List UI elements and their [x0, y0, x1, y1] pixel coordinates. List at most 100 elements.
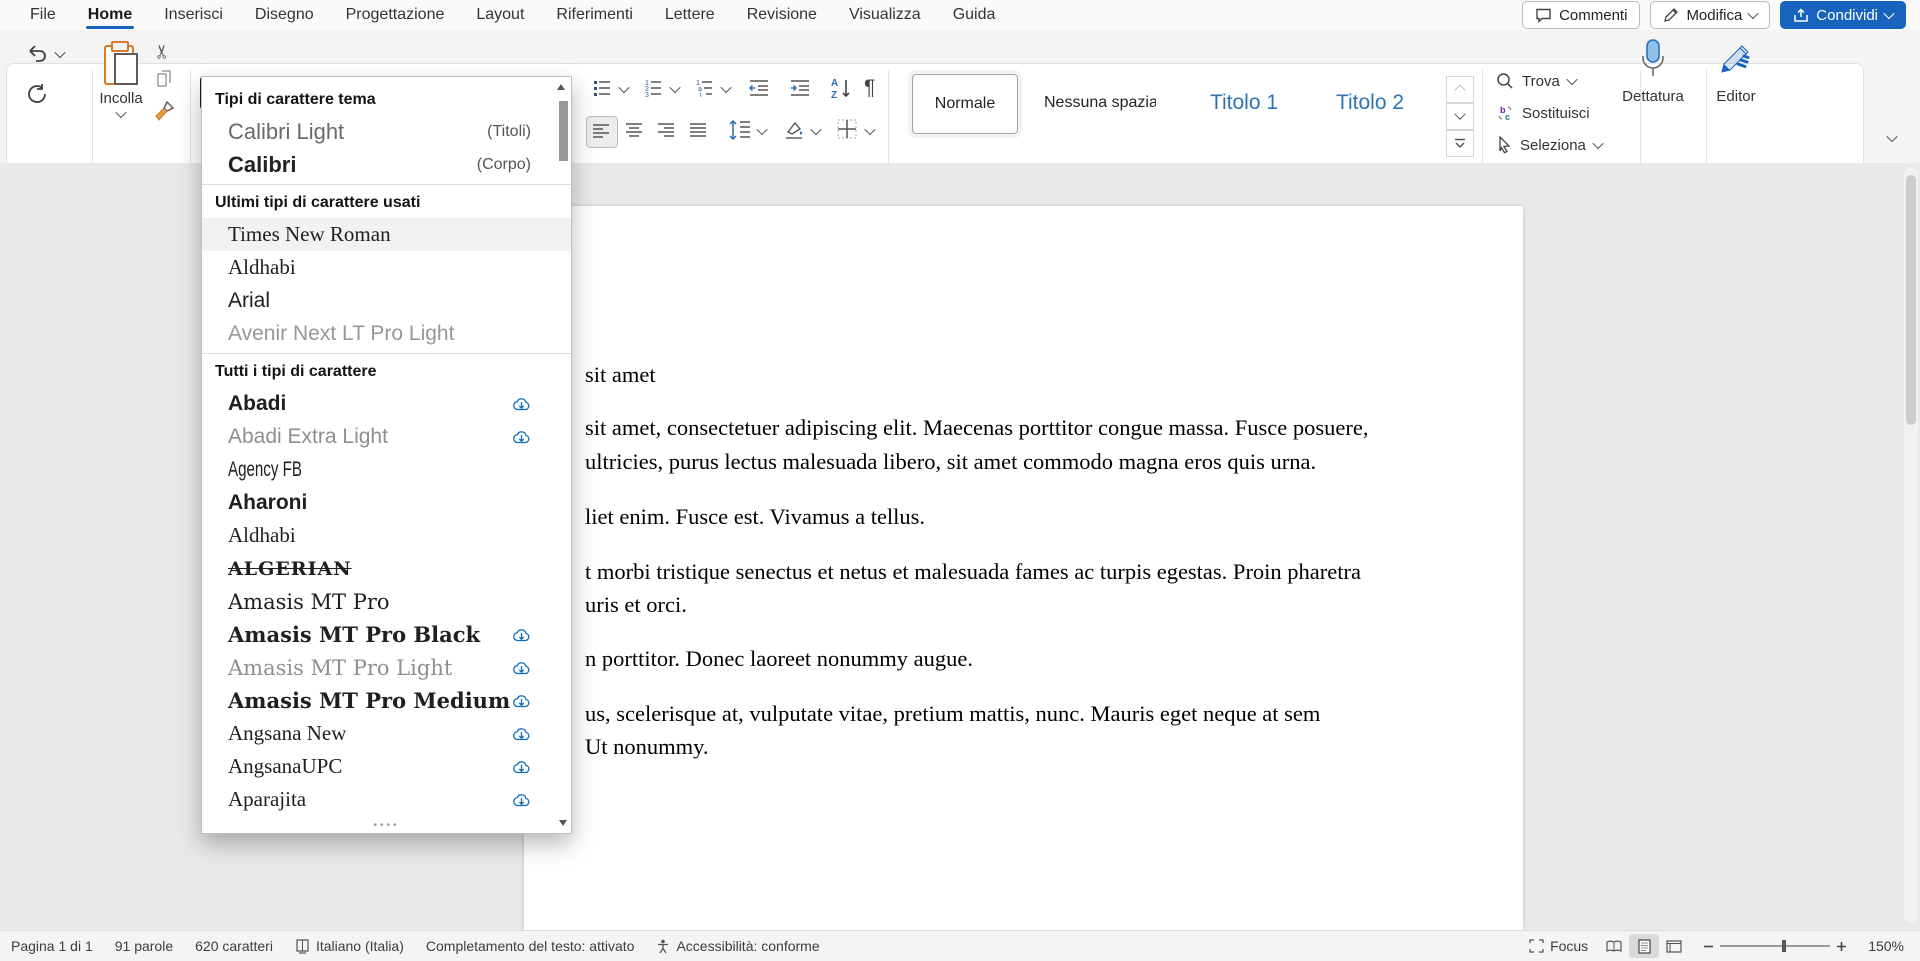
shading-button[interactable] — [782, 118, 806, 142]
increase-indent-button[interactable] — [789, 78, 811, 98]
menu-riferimenti[interactable]: Riferimenti — [540, 0, 648, 30]
doc-line: us, scelerisque at, vulputate vitae, pre… — [585, 701, 1320, 727]
zoom-percentage[interactable]: 150% — [1857, 931, 1920, 961]
status-bar: Pagina 1 di 1 91 parole 620 caratteri It… — [0, 930, 1920, 961]
menu-disegno[interactable]: Disegno — [239, 0, 330, 30]
numbering-button[interactable]: 123 — [643, 78, 663, 98]
font-option[interactable]: Aharoni — [202, 486, 571, 519]
zoom-in-button[interactable] — [1830, 931, 1857, 961]
style-nessuna-spaziatura[interactable]: Nessuna spaziatura — [1044, 74, 1156, 132]
chevron-down-icon — [1883, 8, 1894, 19]
undo-button[interactable] — [26, 43, 50, 65]
font-option[interactable]: Amasis MT Pro Light — [202, 651, 571, 684]
menu-revisione[interactable]: Revisione — [731, 0, 833, 30]
vertical-scrollbar[interactable] — [1904, 167, 1918, 923]
cloud-download-icon[interactable] — [512, 759, 531, 774]
font-option[interactable]: ALGERIAN — [202, 552, 571, 585]
font-option[interactable]: Avenir Next LT Pro Light — [202, 317, 571, 350]
menu-lettere[interactable]: Lettere — [649, 0, 731, 30]
dropdown-scroll-up[interactable] — [556, 83, 568, 91]
collapse-ribbon-chevron[interactable] — [1886, 131, 1897, 142]
proofing-status[interactable]: Italiano (Italia) — [284, 931, 415, 961]
font-option[interactable]: Aldhabi — [202, 251, 571, 284]
cut-button[interactable]: ✂ — [151, 44, 174, 60]
zoom-slider[interactable] — [1720, 939, 1830, 953]
sostituisci-button[interactable]: bc Sostituisci — [1496, 104, 1590, 122]
font-option[interactable]: Abadi Extra Light — [202, 420, 571, 453]
read-mode-button[interactable] — [1599, 934, 1629, 958]
font-option[interactable]: Angsana New — [202, 717, 571, 750]
trova-button[interactable]: Trova — [1496, 72, 1576, 90]
seleziona-button[interactable]: Seleziona — [1496, 136, 1602, 154]
align-left-button[interactable] — [586, 116, 618, 148]
document-page[interactable]: sit amet sit amet, consectetuer adipisci… — [524, 206, 1523, 930]
word-count[interactable]: 91 parole — [104, 931, 184, 961]
styles-gallery-up[interactable] — [1446, 76, 1474, 103]
font-option[interactable]: Aparajita — [202, 783, 571, 816]
font-option[interactable]: Calibri (Corpo) — [202, 148, 571, 181]
menu-home[interactable]: Home — [72, 0, 148, 30]
menu-file[interactable]: File — [14, 0, 72, 30]
accessibility-status[interactable]: Accessibilità: conforme — [645, 931, 830, 961]
bullets-button[interactable] — [592, 78, 612, 98]
copy-button[interactable] — [155, 70, 173, 90]
sort-button[interactable]: AZ — [830, 76, 854, 100]
menu-guida[interactable]: Guida — [937, 0, 1012, 30]
font-option[interactable]: Abadi — [202, 387, 571, 420]
zoom-out-button[interactable] — [1689, 931, 1720, 961]
zoom-slider-thumb[interactable] — [1782, 940, 1786, 952]
condividi-button[interactable]: Condividi — [1780, 1, 1906, 29]
pilcrow-button[interactable]: ¶ — [864, 76, 875, 100]
font-option[interactable]: Arial — [202, 284, 571, 317]
scrollbar-thumb[interactable] — [1906, 175, 1916, 425]
line-spacing-button[interactable] — [728, 118, 752, 142]
menu-visualizza[interactable]: Visualizza — [833, 0, 937, 30]
modifica-button[interactable]: Modifica — [1650, 1, 1770, 29]
redo-button[interactable] — [26, 82, 50, 106]
cloud-download-icon[interactable] — [512, 396, 531, 411]
focus-mode-button[interactable]: Focus — [1518, 931, 1599, 961]
font-option[interactable]: Calibri Light (Titoli) — [202, 115, 571, 148]
font-option[interactable]: Amasis MT Pro Black — [202, 618, 571, 651]
menu-inserisci[interactable]: Inserisci — [148, 0, 239, 30]
cloud-download-icon[interactable] — [512, 693, 531, 708]
cloud-download-icon[interactable] — [512, 627, 531, 642]
dropdown-resize-grip[interactable]: •••• — [202, 820, 571, 831]
font-option[interactable]: Times New Roman — [202, 218, 571, 251]
dropdown-scrollbar-thumb[interactable] — [559, 101, 568, 161]
justify-button[interactable] — [688, 120, 708, 140]
align-right-button[interactable] — [656, 120, 676, 140]
char-count[interactable]: 620 caratteri — [184, 931, 284, 961]
menu-layout[interactable]: Layout — [460, 0, 540, 30]
align-center-button[interactable] — [624, 120, 644, 140]
menu-progettazione[interactable]: Progettazione — [330, 0, 461, 30]
undo-menu-chevron[interactable] — [54, 47, 65, 58]
font-option[interactable]: AngsanaUPC — [202, 750, 571, 783]
font-option[interactable]: Agency FB — [202, 453, 571, 486]
decrease-indent-button[interactable] — [748, 78, 770, 98]
cloud-download-icon[interactable] — [512, 792, 531, 807]
print-layout-button[interactable] — [1629, 934, 1659, 958]
svg-text:3: 3 — [645, 92, 649, 98]
style-normale[interactable]: Normale — [912, 74, 1018, 134]
style-titolo-2[interactable]: Titolo 2 — [1318, 74, 1422, 132]
font-option[interactable]: Aldhabi — [202, 519, 571, 552]
editor-pencil-icon — [1716, 40, 1754, 78]
multilevel-list-button[interactable]: 1ai — [694, 78, 714, 98]
page-count[interactable]: Pagina 1 di 1 — [0, 931, 104, 961]
format-painter-button[interactable] — [153, 100, 175, 122]
cloud-download-icon[interactable] — [512, 726, 531, 741]
borders-button[interactable] — [836, 118, 858, 140]
styles-gallery-down[interactable] — [1446, 103, 1474, 130]
styles-gallery-expand[interactable] — [1446, 130, 1474, 157]
cursor-icon — [1496, 136, 1512, 154]
doc-line: Ut nonummy. — [585, 734, 709, 760]
text-completion-status[interactable]: Completamento del testo: attivato — [415, 931, 646, 961]
commenti-button[interactable]: Commenti — [1522, 1, 1640, 29]
cloud-download-icon[interactable] — [512, 660, 531, 675]
font-option[interactable]: Amasis MT Pro Medium — [202, 684, 571, 717]
font-option[interactable]: Amasis MT Pro — [202, 585, 571, 618]
web-layout-button[interactable] — [1659, 934, 1689, 958]
cloud-download-icon[interactable] — [512, 429, 531, 444]
style-titolo-1[interactable]: Titolo 1 — [1188, 74, 1300, 132]
